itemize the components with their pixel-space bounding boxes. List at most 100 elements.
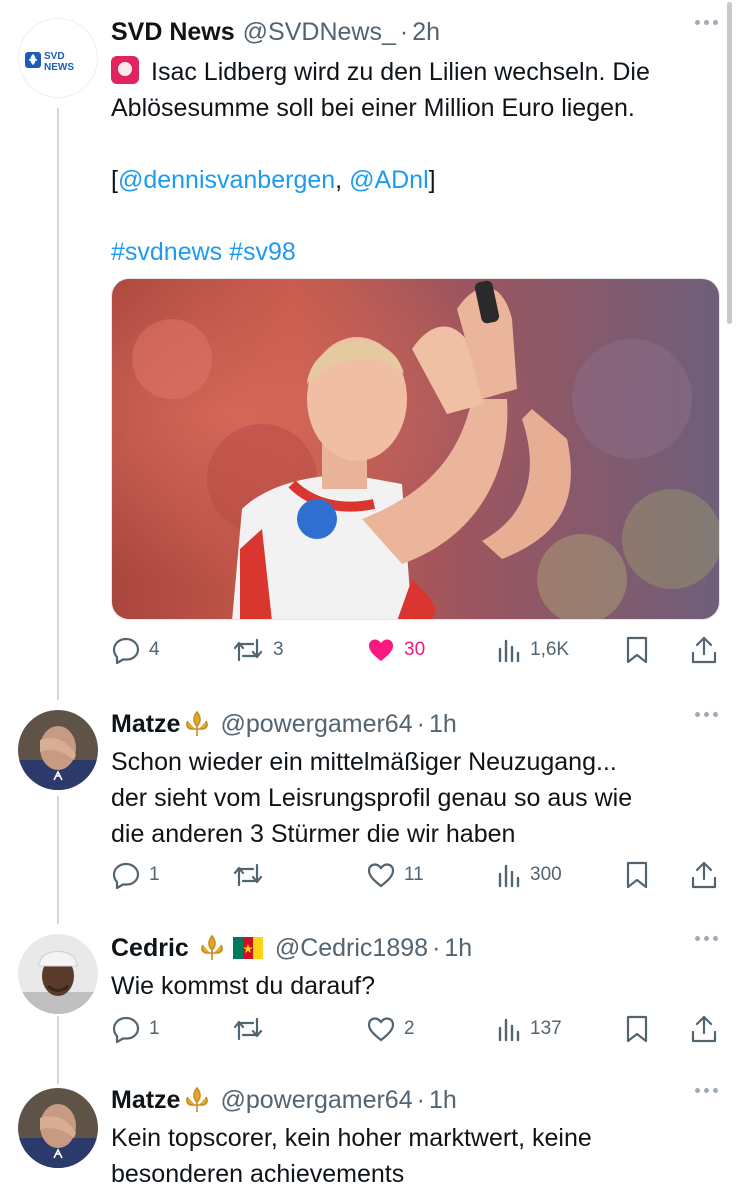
like-count: 30 [404,639,426,660]
reply-count: 1 [149,864,160,885]
reply-button[interactable]: 1 [111,1012,160,1046]
reply-icon [112,1016,140,1044]
post-time[interactable]: 1h [429,710,457,739]
avatar[interactable]: SVD NEWS [18,18,98,98]
like-count: 2 [404,1018,415,1039]
avatar[interactable] [18,934,98,1014]
post-actions: 4 3 30 1,6K [111,633,721,667]
repost-button[interactable]: 3 [231,633,284,667]
views-button[interactable]: 137 [496,1012,562,1046]
reply-post[interactable]: Matze @powergamer64 · 1h Kein topscorer,… [0,1082,736,1200]
share-button[interactable] [690,633,718,667]
bookmark-button[interactable] [624,1012,650,1046]
share-button[interactable] [690,1012,718,1046]
hashtag-link[interactable]: #sv98 [229,238,296,266]
heart-icon [367,1017,395,1042]
reply-text-line: Wie kommst du darauf? [111,972,375,1000]
post-header: SVD News @SVDNews_ · 2h [111,16,718,48]
separator-dot: · [416,709,425,738]
avatar[interactable] [18,1088,98,1168]
views-count: 137 [530,1018,562,1039]
avatar-text: SVD [44,51,65,62]
reply-post[interactable]: Matze @powergamer64 · 1h Schon wieder ei… [0,700,736,920]
author-name[interactable]: Matze [111,1086,180,1115]
share-icon [691,636,717,664]
author-handle[interactable]: @Cedric1898 [275,934,428,963]
main-post[interactable]: SVD NEWS SVD News @SVDNews_ · 2h Isac Li… [0,0,736,690]
mention-link[interactable]: @dennisvanbergen [118,166,335,194]
author-handle[interactable]: @powergamer64 [220,710,412,739]
reply-content: Matze @powergamer64 · 1h Kein topscorer,… [111,1084,718,1192]
bookmark-icon [626,861,648,889]
post-text: Isac Lidberg wird zu den Lilien wechseln… [111,54,718,270]
hashtag-link[interactable]: #svdnews [111,238,222,266]
fleur-de-lis-icon [186,1086,209,1112]
more-options-icon[interactable] [695,1088,718,1093]
post-text-line: Isac Lidberg wird zu den Lilien wechseln… [151,58,650,86]
views-icon [498,864,520,888]
views-button[interactable]: 1,6K [496,633,569,667]
reply-header: Matze @powergamer64 · 1h [111,708,718,740]
views-icon [498,1018,520,1042]
author-handle[interactable]: @powergamer64 [220,1086,412,1115]
share-button[interactable] [690,858,718,892]
avatar-text: NEWS [44,62,74,73]
reply-count: 1 [149,1018,160,1039]
avatar[interactable] [18,710,98,790]
fleur-de-lis-icon [186,710,209,736]
author-handle[interactable]: @SVDNews_ [243,18,396,47]
sources-line: [@dennisvanbergen, @ADnl] [111,166,436,194]
reply-icon [112,637,140,665]
separator-dot: · [416,1085,425,1114]
views-count: 1,6K [530,639,570,660]
like-count: 11 [404,864,424,885]
reply-actions: 1 11 300 [111,858,721,892]
reply-header: Matze @powergamer64 · 1h [111,1084,718,1116]
hashtags-line: #svdnews #sv98 [111,234,718,270]
reply-post[interactable]: Cedric @Cedric1898 · 1h Wie kommst du da… [0,926,736,1076]
like-button[interactable]: 30 [366,633,425,667]
mention-link[interactable]: @ADnl [349,166,429,194]
bookmark-button[interactable] [624,858,650,892]
repost-icon [233,638,263,662]
repost-button[interactable] [231,858,265,892]
views-button[interactable]: 300 [496,858,562,892]
share-icon [691,861,717,889]
player-applauding-photo [112,279,719,619]
reply-icon [112,862,140,890]
reply-text: Kein topscorer, kein hoher marktwert, ke… [111,1120,718,1192]
author-name[interactable]: SVD News [111,18,235,47]
reply-text-line: Kein topscorer, kein hoher marktwert, ke… [111,1124,592,1152]
rotating-light-icon [111,56,139,84]
more-options-icon[interactable] [695,936,718,941]
post-text-line: Ablösesumme soll bei einer Million Euro … [111,94,635,122]
reply-header: Cedric @Cedric1898 · 1h [111,932,718,964]
bookmark-icon [626,636,648,664]
repost-icon [233,1017,263,1041]
reply-content: Matze @powergamer64 · 1h Schon wieder ei… [111,708,718,852]
post-time[interactable]: 1h [444,934,472,963]
author-name[interactable]: Matze [111,710,180,739]
cameroon-flag-icon [232,937,263,959]
post-photo[interactable] [111,278,720,620]
more-options-icon[interactable] [695,712,718,717]
reply-text: Wie kommst du darauf? [111,968,718,1004]
reply-button[interactable]: 4 [111,633,160,667]
post-time[interactable]: 2h [412,18,440,47]
heart-filled-icon [369,639,393,661]
reply-actions: 1 2 137 [111,1012,721,1046]
like-button[interactable]: 2 [366,1012,415,1046]
heart-icon [367,863,395,888]
reply-button[interactable]: 1 [111,858,160,892]
reply-text-line: der sieht vom Leisrungsprofil genau so a… [111,784,633,812]
post-time[interactable]: 1h [429,1086,457,1115]
more-options-icon[interactable] [695,20,718,25]
reply-text: Schon wieder ein mittelmäßiger Neuzugang… [111,744,718,852]
author-name[interactable]: Cedric [111,934,189,963]
bookmark-button[interactable] [624,633,650,667]
separator-dot: · [399,17,409,46]
like-button[interactable]: 11 [366,858,424,892]
repost-count: 3 [273,639,284,660]
reply-text-line: besonderen achievements [111,1160,405,1188]
repost-button[interactable] [231,1012,265,1046]
